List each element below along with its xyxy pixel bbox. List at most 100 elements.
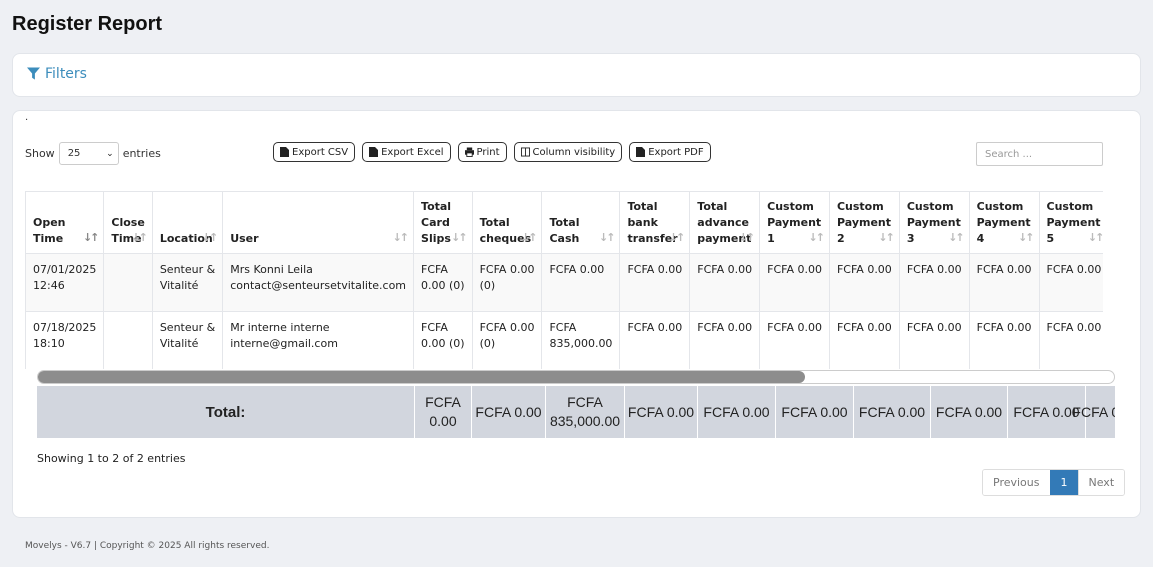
table-cell: FCFA 0.00 (0) [413,253,473,312]
column-header-5[interactable]: Total Card Slips ↓↑ [413,191,473,254]
table-cell: FCFA 0.00 [1038,311,1103,369]
column-header-11[interactable]: Custom Payment 2 ↓↑ [828,191,900,254]
next-page-button[interactable]: Next [1077,470,1125,495]
column-header-text: Total [549,216,580,229]
export-excel-label: Export Excel [381,146,444,158]
column-header-4[interactable]: User ↓↑ [222,191,414,254]
column-header-10[interactable]: Custom Payment 1 ↓↑ [759,191,830,254]
column-header-9[interactable]: Total advance payment ↓↑ [689,191,760,254]
entries-select-value: 25 [67,148,81,159]
table-cell: FCFA 0.00 (0) [471,311,542,369]
cell-text: FCFA 0.00 [976,321,1032,334]
page-1-button[interactable]: 1 [1049,470,1078,495]
footer-value-text: FCFA 0.00 [1072,403,1115,420]
table-cell: 07/01/2025 12:46 [25,253,104,312]
column-header-text: Close [111,216,145,229]
filters-toggle[interactable]: Filters [27,66,87,82]
sort-icon: ↓↑ [878,231,895,244]
column-header-6[interactable]: Total cheques ↓↑ [471,191,542,254]
column-header-3[interactable]: Location ↓↑ [151,191,223,254]
cell-text: FCFA 0.00 [836,321,892,334]
chevron-down-icon: ⌄ [106,148,114,159]
footer-value-text: 835,000.00 [549,413,621,429]
table-cell: FCFA 0.00 [619,253,690,312]
cell-text: FCFA 0.00 [479,263,535,276]
table-row: 07/01/2025 12:46 Senteur & Vitalité Mrs Konn… [25,253,1103,312]
column-header-14[interactable]: Custom Payment 5 ↓↑ [1038,191,1103,254]
column-header-text: Payment [976,216,1031,229]
cell-text: FCFA [549,321,577,334]
cell-text: FCFA 0.00 [906,321,962,334]
cell-text: FCFA [421,321,448,334]
sort-icon: ↓↑ [1087,231,1103,244]
cell-text: FCFA 0.00 [906,263,962,276]
cell-text: (0) [479,279,496,292]
export-csv-button[interactable]: Export CSV [273,142,356,162]
search-placeholder: Search ... [985,148,1033,160]
show-label: Show [25,147,55,160]
column-header-text: Open [33,216,66,229]
column-header-text: Payment [836,216,892,229]
table-cell: FCFA 835,000.00 [541,311,620,369]
report-table-container: Open Time ↓↑ Close Time ↓↑ Location ↓↑ User ↓↑ Tot… [25,191,1103,369]
table-info: Showing 1 to 2 of 2 entries [37,452,186,465]
column-header-text: User [230,232,259,245]
footer-value-text: FCFA 0.00 [703,403,770,420]
cell-text: FCFA 0.00 [697,263,753,276]
table-body: 07/01/2025 12:46 Senteur & Vitalité Mrs Konn… [25,253,1103,369]
footer-total-label: Total: [205,403,246,421]
cell-text: Mrs Konni Leila [230,263,313,276]
column-header-1[interactable]: Open Time ↓↑ [25,191,104,254]
table-cell: FCFA 0.00 [689,253,760,312]
cell-text: FCFA 0.00 [1046,263,1102,276]
column-header-2[interactable]: Close Time ↓↑ [103,191,153,254]
cell-text: 07/18/2025 [33,321,97,334]
export-csv-label: Export CSV [292,146,349,158]
cell-text: 18:10 [33,337,65,350]
column-header-8[interactable]: Total bank transfer ↓↑ [619,191,690,254]
table-cell: FCFA 0.00 [619,311,690,369]
entries-select[interactable]: 25 ⌄ [58,142,119,165]
table-cell: FCFA 0.00 [689,311,760,369]
cell-text: FCFA 0.00 [767,263,822,276]
print-button[interactable]: Print [457,142,507,162]
column-header-7[interactable]: Total Cash ↓↑ [541,191,620,254]
cell-text: 0.00 (0) [421,279,465,292]
export-pdf-button[interactable]: Export PDF [629,142,711,162]
cell-text: 12:46 [33,279,65,292]
cell-text: FCFA 0.00 [549,263,605,276]
previous-page-button[interactable]: Previous [983,470,1050,495]
footer-value-text: FCFA 0.00 [858,403,926,420]
column-header-13[interactable]: Custom Payment 4 ↓↑ [968,191,1039,254]
table-cell: FCFA 0.00 [898,253,970,312]
footer-value-text: FCFA 0.00 [781,403,848,420]
pagination: Previous 1 Next [982,469,1126,496]
column-visibility-label: Column visibility [532,146,616,158]
cell-text: Senteur & [159,321,216,334]
entries-length: Show 25 ⌄ entries [25,142,161,165]
sort-icon: ↓↑ [201,231,219,244]
sort-icon: ↓↑ [668,231,686,244]
cell-text: FCFA 0.00 [767,321,822,334]
columns-icon [520,147,530,157]
table-cell: FCFA 0.00 [759,253,830,312]
export-excel-button[interactable]: Export Excel [362,142,451,162]
column-visibility-button[interactable]: Column visibility [513,142,623,162]
horizontal-scrollbar[interactable] [37,370,1115,384]
column-header-12[interactable]: Custom Payment 3 ↓↑ [898,191,970,254]
cell-text: Vitalité [159,337,199,350]
cell-text: Mr interne interne [230,321,330,334]
table-cell [103,311,153,369]
table-row: 07/18/2025 18:10 Senteur & Vitalité Mr inter… [25,311,1103,369]
table-cell: FCFA 0.00 [1038,253,1103,312]
sort-icon: ↓↑ [948,231,965,244]
scrollbar-thumb[interactable] [38,371,805,383]
table-cell: FCFA 0.00 (0) [413,311,473,369]
table-cell: Mr interne interne interne@gmail.com [222,311,414,369]
column-header-text: advance [697,216,749,229]
cell-text: 835,000.00 [549,337,613,350]
cell-text: FCFA 0.00 [479,321,535,334]
filters-label: Filters [45,66,87,82]
table-cell: FCFA 0.00 [828,311,900,369]
search-input[interactable]: Search ... [976,142,1103,166]
